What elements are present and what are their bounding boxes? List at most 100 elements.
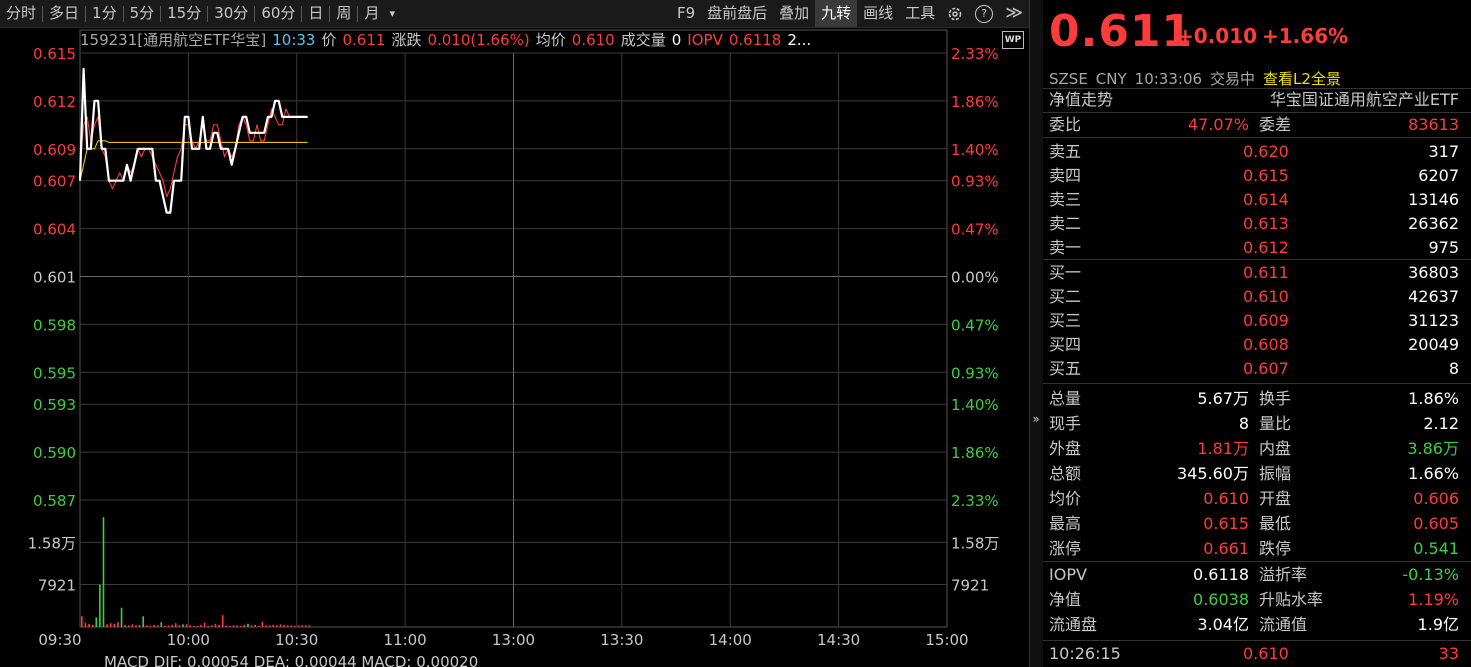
stat-value: 0.605 (1413, 514, 1459, 533)
bid-row[interactable]: 买四 0.608 20049 (1049, 333, 1459, 357)
volume-tick-label: 7921 (38, 577, 76, 595)
stat-row: 流通盘 3.04亿 流通值 1.9亿 (1049, 613, 1459, 637)
bid-label: 买五 (1049, 359, 1082, 378)
bid-row[interactable]: 买三 0.609 31123 (1049, 309, 1459, 333)
ask-label: 卖二 (1049, 214, 1082, 233)
bid-row[interactable]: 买二 0.610 42637 (1049, 285, 1459, 309)
section-divider (1043, 640, 1471, 641)
pct-tick-label: 1.86% (951, 444, 999, 462)
time-tick-label: 14:00 (709, 631, 752, 649)
stat-label: 外盘 (1049, 439, 1082, 458)
pct-tick-label: 0.00% (951, 269, 999, 287)
price-change-pct: +1.66% (1262, 24, 1349, 48)
ask-row[interactable]: 卖五 0.620 317 (1049, 140, 1459, 164)
bid-price: 0.611 (1243, 263, 1289, 282)
stat-row: 总额 345.60万 振幅 1.66% (1049, 462, 1459, 486)
ask-label: 卖四 (1049, 166, 1082, 185)
time-tick-label: 15:00 (925, 631, 968, 649)
pct-tick-label: 1.86% (951, 93, 999, 111)
nav-trend-link[interactable]: 净值走势 (1049, 88, 1113, 112)
pct-tick-label: 0.93% (951, 173, 999, 191)
section-divider (1043, 561, 1471, 562)
ask-price: 0.614 (1243, 190, 1289, 209)
ask-row[interactable]: 卖一 0.612 975 (1049, 236, 1459, 260)
section-divider (1043, 383, 1471, 384)
time-tick-label: 10:00 (167, 631, 210, 649)
stat-label: 最高 (1049, 514, 1082, 533)
stat-value: 0.615 (1203, 514, 1249, 533)
stat-row: 最高 0.615 最低 0.605 (1049, 512, 1459, 536)
last-trade-row: 10:26:15 0.610 33 (1049, 642, 1459, 666)
ask-volume: 26362 (1408, 214, 1459, 233)
stat-value: 1.66% (1408, 464, 1459, 483)
stat-value: 0.610 (1203, 489, 1249, 508)
ask-volume: 975 (1428, 238, 1459, 257)
stat-value: 1.81万 (1197, 439, 1249, 458)
commission-row: 委比 47.07% 委差 83613 (1049, 113, 1459, 137)
fund-row: 净值走势 华宝国证通用航空产业ETF (1049, 88, 1459, 112)
stat-row: 总量 5.67万 换手 1.86% (1049, 387, 1459, 411)
pct-tick-label: 1.40% (951, 141, 999, 159)
stat-label: 溢折率 (1259, 565, 1308, 584)
stat-label: 现手 (1049, 414, 1082, 433)
ask-row[interactable]: 卖四 0.615 6207 (1049, 164, 1459, 188)
collapse-panel-icon[interactable]: » (1030, 412, 1042, 426)
stat-label: 流通值 (1259, 615, 1308, 634)
trade-status: 交易中 (1210, 70, 1256, 88)
pct-tick-label: 0.47% (951, 316, 999, 334)
bid-row[interactable]: 买五 0.607 8 (1049, 357, 1459, 381)
stat-value: 1.9亿 (1417, 615, 1459, 634)
stat-value: 0.6118 (1193, 565, 1249, 584)
stat-label: 流通盘 (1049, 615, 1098, 634)
time-tick-label: 10:30 (275, 631, 318, 649)
macd-header: MACD DIF: 0.00054 DEA: 0.00044 MACD: 0.0… (104, 653, 478, 667)
stat-value: 3.04亿 (1197, 615, 1249, 634)
bid-volume: 20049 (1408, 335, 1459, 354)
bid-row[interactable]: 买一 0.611 36803 (1049, 261, 1459, 285)
bid-price: 0.607 (1243, 359, 1289, 378)
stat-value: 1.86% (1408, 389, 1459, 408)
price-tick-label: 0.609 (33, 141, 76, 159)
ask-price: 0.612 (1243, 238, 1289, 257)
stat-label: 换手 (1259, 389, 1292, 408)
stat-label: 总量 (1049, 389, 1082, 408)
quote-time: 10:33:06 (1134, 70, 1203, 88)
stat-value: -0.13% (1402, 565, 1459, 584)
avg-price-line (79, 140, 308, 181)
ask-price: 0.615 (1243, 166, 1289, 185)
stat-label: 总额 (1049, 464, 1082, 483)
ask-label: 卖五 (1049, 142, 1082, 161)
stat-value: 0.661 (1203, 539, 1249, 558)
stat-value: 0.6038 (1193, 590, 1249, 609)
stat-row: 外盘 1.81万 内盘 3.86万 (1049, 437, 1459, 461)
bid-label: 买四 (1049, 335, 1082, 354)
commission-diff: 83613 (1408, 115, 1459, 134)
bid-volume: 31123 (1408, 311, 1459, 330)
bid-volume: 8 (1448, 359, 1459, 378)
pct-tick-label: 2.33% (951, 492, 999, 510)
ask-row[interactable]: 卖三 0.614 13146 (1049, 188, 1459, 212)
commission-ratio-label: 委比 (1049, 115, 1082, 134)
time-tick-label: 13:30 (600, 631, 643, 649)
ask-volume: 13146 (1408, 190, 1459, 209)
stat-row: 均价 0.610 开盘 0.606 (1049, 487, 1459, 511)
section-divider (1043, 259, 1471, 260)
currency: CNY (1095, 70, 1127, 88)
price-tick-label: 0.598 (33, 316, 76, 334)
stat-label: 净值 (1049, 590, 1082, 609)
stat-label: 涨停 (1049, 539, 1082, 558)
price-tick-label: 0.601 (33, 269, 76, 287)
iopv-line (79, 108, 308, 198)
stat-label: 开盘 (1259, 489, 1292, 508)
stat-label: 振幅 (1259, 464, 1292, 483)
price-tick-label: 0.587 (33, 492, 76, 510)
intraday-chart[interactable]: 0.615 2.33% 0.612 1.86% 0.609 1.40% 0.607 0.93%… (0, 0, 1029, 667)
stat-label: 跌停 (1259, 539, 1292, 558)
l2-panorama-link[interactable]: 查看L2全景 (1263, 70, 1341, 88)
fund-name: 华宝国证通用航空产业ETF (1269, 90, 1459, 109)
bid-label: 买二 (1049, 287, 1082, 306)
last-trade-volume: 33 (1438, 644, 1459, 663)
ask-row[interactable]: 卖二 0.613 26362 (1049, 212, 1459, 236)
time-tick-label: 14:30 (817, 631, 860, 649)
last-trade-price: 0.610 (1243, 644, 1289, 663)
